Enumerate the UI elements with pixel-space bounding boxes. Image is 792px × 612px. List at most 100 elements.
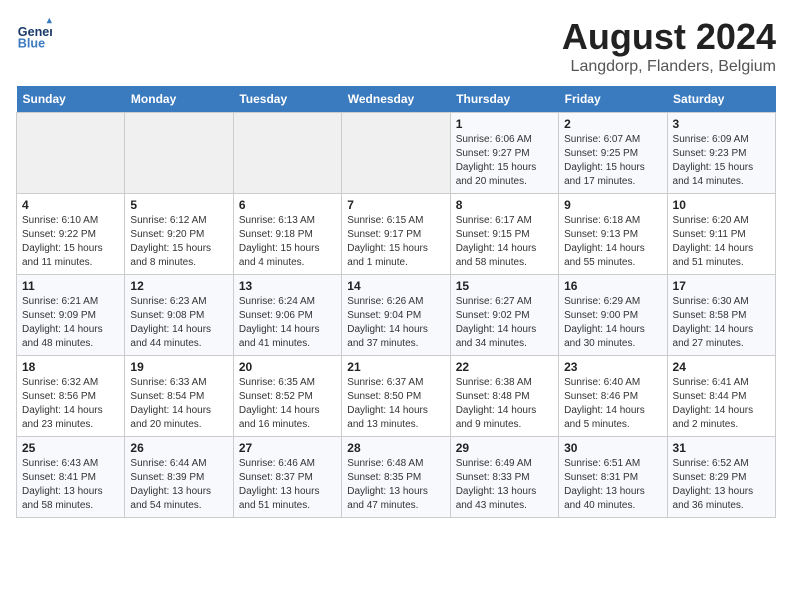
- calendar-cell: 15 Sunrise: 6:27 AM Sunset: 9:02 PM Dayli…: [450, 275, 558, 356]
- day-number: 20: [239, 360, 336, 374]
- day-info: Sunrise: 6:20 AM Sunset: 9:11 PM Dayligh…: [673, 214, 770, 270]
- calendar-cell: 10 Sunrise: 6:20 AM Sunset: 9:11 PM Dayli…: [667, 194, 775, 275]
- calendar-cell: [342, 113, 450, 194]
- day-info: Sunrise: 6:52 AM Sunset: 8:29 PM Dayligh…: [673, 457, 770, 513]
- calendar-body: 1 Sunrise: 6:06 AM Sunset: 9:27 PM Daylig…: [17, 113, 776, 518]
- day-number: 5: [130, 198, 227, 212]
- calendar-cell: 4 Sunrise: 6:10 AM Sunset: 9:22 PM Daylig…: [17, 194, 125, 275]
- day-number: 7: [347, 198, 444, 212]
- day-info: Sunrise: 6:51 AM Sunset: 8:31 PM Dayligh…: [564, 457, 661, 513]
- calendar-cell: 14 Sunrise: 6:26 AM Sunset: 9:04 PM Dayli…: [342, 275, 450, 356]
- calendar-cell: 9Sunrise: 6:18 AM Sunset: 9:13 PM Daylig…: [559, 194, 667, 275]
- day-info: Sunrise: 6:15 AM Sunset: 9:17 PM Dayligh…: [347, 214, 444, 270]
- calendar-cell: 12 Sunrise: 6:23 AM Sunset: 9:08 PM Dayli…: [125, 275, 233, 356]
- day-number: 4: [22, 198, 119, 212]
- weekday-header-sunday: Sunday: [17, 86, 125, 113]
- page-header: General Blue August 2024 Langdorp, Fland…: [16, 16, 776, 76]
- weekday-row: SundayMondayTuesdayWednesdayThursdayFrid…: [17, 86, 776, 113]
- calendar-cell: 17Sunrise: 6:30 AM Sunset: 8:58 PM Dayli…: [667, 275, 775, 356]
- day-number: 18: [22, 360, 119, 374]
- day-number: 11: [22, 279, 119, 293]
- calendar-cell: 5Sunrise: 6:12 AM Sunset: 9:20 PM Daylig…: [125, 194, 233, 275]
- calendar-cell: 19Sunrise: 6:33 AM Sunset: 8:54 PM Dayli…: [125, 356, 233, 437]
- day-info: Sunrise: 6:07 AM Sunset: 9:25 PM Dayligh…: [564, 133, 661, 189]
- day-number: 27: [239, 441, 336, 455]
- day-number: 10: [673, 198, 770, 212]
- calendar-cell: 1 Sunrise: 6:06 AM Sunset: 9:27 PM Daylig…: [450, 113, 558, 194]
- weekday-header-wednesday: Wednesday: [342, 86, 450, 113]
- day-info: Sunrise: 6:17 AM Sunset: 9:15 PM Dayligh…: [456, 214, 553, 270]
- calendar-cell: 11Sunrise: 6:21 AM Sunset: 9:09 PM Dayli…: [17, 275, 125, 356]
- day-number: 19: [130, 360, 227, 374]
- calendar-table: SundayMondayTuesdayWednesdayThursdayFrid…: [16, 86, 776, 518]
- svg-text:Blue: Blue: [18, 37, 45, 51]
- calendar-cell: 13 Sunrise: 6:24 AM Sunset: 9:06 PM Dayli…: [233, 275, 341, 356]
- calendar-cell: 31 Sunrise: 6:52 AM Sunset: 8:29 PM Dayli…: [667, 437, 775, 518]
- day-info: Sunrise: 6:13 AM Sunset: 9:18 PM Dayligh…: [239, 214, 336, 270]
- calendar-week-0: 1 Sunrise: 6:06 AM Sunset: 9:27 PM Daylig…: [17, 113, 776, 194]
- day-info: Sunrise: 6:38 AM Sunset: 8:48 PM Dayligh…: [456, 376, 553, 432]
- calendar-cell: 29 Sunrise: 6:49 AM Sunset: 8:33 PM Dayli…: [450, 437, 558, 518]
- calendar-cell: 27Sunrise: 6:46 AM Sunset: 8:37 PM Dayli…: [233, 437, 341, 518]
- weekday-header-monday: Monday: [125, 86, 233, 113]
- day-number: 1: [456, 117, 553, 131]
- calendar-week-4: 25 Sunrise: 6:43 AM Sunset: 8:41 PM Dayli…: [17, 437, 776, 518]
- day-number: 14: [347, 279, 444, 293]
- day-number: 26: [130, 441, 227, 455]
- calendar-cell: 23Sunrise: 6:40 AM Sunset: 8:46 PM Dayli…: [559, 356, 667, 437]
- day-number: 23: [564, 360, 661, 374]
- day-number: 6: [239, 198, 336, 212]
- day-number: 31: [673, 441, 770, 455]
- weekday-header-saturday: Saturday: [667, 86, 775, 113]
- day-info: Sunrise: 6:43 AM Sunset: 8:41 PM Dayligh…: [22, 457, 119, 513]
- calendar-cell: 20Sunrise: 6:35 AM Sunset: 8:52 PM Dayli…: [233, 356, 341, 437]
- title-area: August 2024 Langdorp, Flanders, Belgium: [562, 16, 776, 76]
- calendar-cell: [125, 113, 233, 194]
- day-number: 25: [22, 441, 119, 455]
- calendar-cell: 8 Sunrise: 6:17 AM Sunset: 9:15 PM Daylig…: [450, 194, 558, 275]
- day-number: 8: [456, 198, 553, 212]
- day-number: 15: [456, 279, 553, 293]
- calendar-cell: 22 Sunrise: 6:38 AM Sunset: 8:48 PM Dayli…: [450, 356, 558, 437]
- day-number: 17: [673, 279, 770, 293]
- calendar-title: August 2024: [562, 16, 776, 58]
- day-number: 22: [456, 360, 553, 374]
- calendar-cell: 18 Sunrise: 6:32 AM Sunset: 8:56 PM Dayli…: [17, 356, 125, 437]
- calendar-cell: 6 Sunrise: 6:13 AM Sunset: 9:18 PM Daylig…: [233, 194, 341, 275]
- calendar-cell: [17, 113, 125, 194]
- day-info: Sunrise: 6:10 AM Sunset: 9:22 PM Dayligh…: [22, 214, 119, 270]
- day-number: 29: [456, 441, 553, 455]
- day-info: Sunrise: 6:26 AM Sunset: 9:04 PM Dayligh…: [347, 295, 444, 351]
- day-info: Sunrise: 6:27 AM Sunset: 9:02 PM Dayligh…: [456, 295, 553, 351]
- calendar-week-2: 11Sunrise: 6:21 AM Sunset: 9:09 PM Dayli…: [17, 275, 776, 356]
- day-info: Sunrise: 6:49 AM Sunset: 8:33 PM Dayligh…: [456, 457, 553, 513]
- day-number: 12: [130, 279, 227, 293]
- day-info: Sunrise: 6:06 AM Sunset: 9:27 PM Dayligh…: [456, 133, 553, 189]
- day-info: Sunrise: 6:23 AM Sunset: 9:08 PM Dayligh…: [130, 295, 227, 351]
- calendar-cell: 30Sunrise: 6:51 AM Sunset: 8:31 PM Dayli…: [559, 437, 667, 518]
- weekday-header-friday: Friday: [559, 86, 667, 113]
- calendar-week-3: 18 Sunrise: 6:32 AM Sunset: 8:56 PM Dayli…: [17, 356, 776, 437]
- logo-icon: General Blue: [16, 16, 52, 52]
- calendar-week-1: 4 Sunrise: 6:10 AM Sunset: 9:22 PM Daylig…: [17, 194, 776, 275]
- calendar-header: SundayMondayTuesdayWednesdayThursdayFrid…: [17, 86, 776, 113]
- day-number: 13: [239, 279, 336, 293]
- day-info: Sunrise: 6:24 AM Sunset: 9:06 PM Dayligh…: [239, 295, 336, 351]
- logo: General Blue: [16, 16, 52, 52]
- calendar-cell: 3Sunrise: 6:09 AM Sunset: 9:23 PM Daylig…: [667, 113, 775, 194]
- calendar-cell: 26Sunrise: 6:44 AM Sunset: 8:39 PM Dayli…: [125, 437, 233, 518]
- weekday-header-tuesday: Tuesday: [233, 86, 341, 113]
- calendar-cell: 16Sunrise: 6:29 AM Sunset: 9:00 PM Dayli…: [559, 275, 667, 356]
- day-number: 21: [347, 360, 444, 374]
- day-number: 16: [564, 279, 661, 293]
- calendar-cell: 7 Sunrise: 6:15 AM Sunset: 9:17 PM Daylig…: [342, 194, 450, 275]
- day-number: 24: [673, 360, 770, 374]
- calendar-cell: 2 Sunrise: 6:07 AM Sunset: 9:25 PM Daylig…: [559, 113, 667, 194]
- weekday-header-thursday: Thursday: [450, 86, 558, 113]
- day-number: 2: [564, 117, 661, 131]
- calendar-cell: 24Sunrise: 6:41 AM Sunset: 8:44 PM Dayli…: [667, 356, 775, 437]
- calendar-cell: 21 Sunrise: 6:37 AM Sunset: 8:50 PM Dayli…: [342, 356, 450, 437]
- day-info: Sunrise: 6:32 AM Sunset: 8:56 PM Dayligh…: [22, 376, 119, 432]
- day-info: Sunrise: 6:18 AM Sunset: 9:13 PM Dayligh…: [564, 214, 661, 270]
- day-info: Sunrise: 6:37 AM Sunset: 8:50 PM Dayligh…: [347, 376, 444, 432]
